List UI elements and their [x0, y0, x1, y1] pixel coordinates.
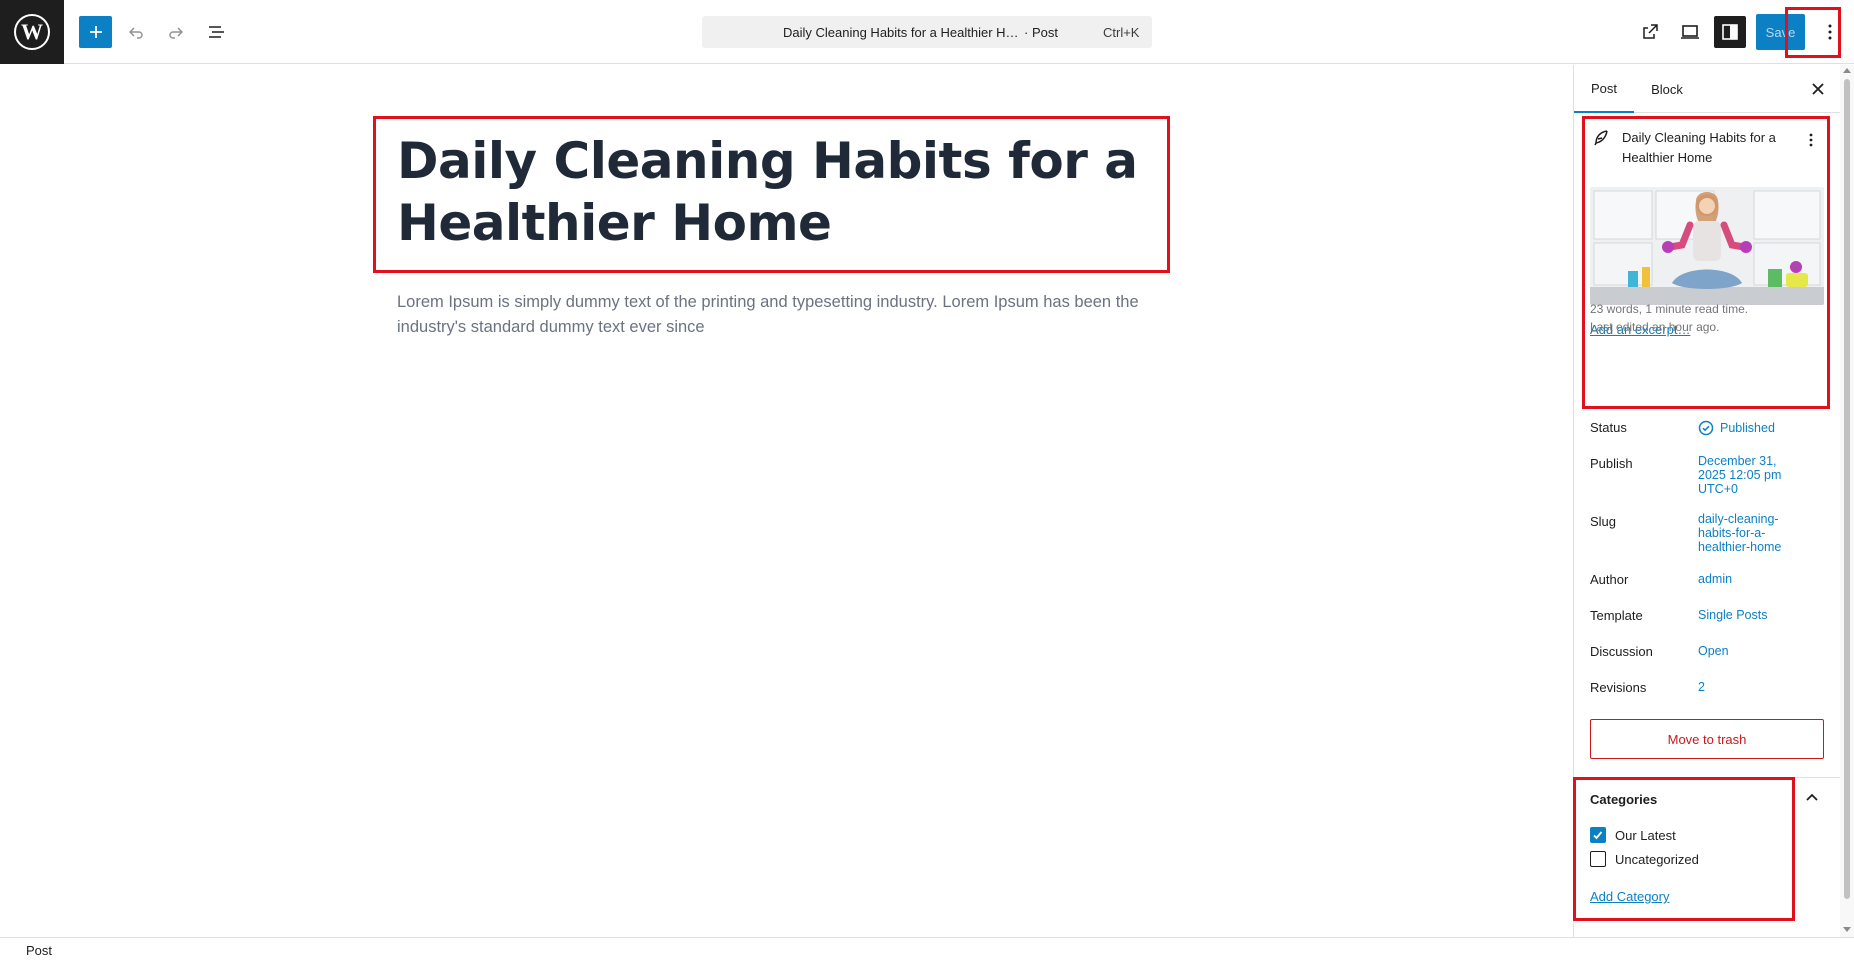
options-menu-button[interactable] [1814, 16, 1846, 48]
discussion-value[interactable]: Open [1698, 644, 1729, 658]
author-value[interactable]: admin [1698, 572, 1732, 586]
scroll-thumb[interactable] [1844, 79, 1850, 899]
post-summary-title: Daily Cleaning Habits for a Healthier Ho… [1622, 130, 1776, 165]
tab-block[interactable]: Block [1636, 65, 1698, 113]
svg-text:W: W [21, 19, 43, 44]
word-count: 23 words, 1 minute read time. [1590, 302, 1749, 316]
command-shortcut: Ctrl+K [1103, 25, 1140, 40]
last-edited: Last edited an hour ago. [1590, 320, 1720, 334]
category-label: Uncategorized [1615, 851, 1699, 867]
post-title[interactable]: Daily Cleaning Habits for a Healthier Ho… [397, 130, 1157, 254]
category-label: Our Latest [1615, 827, 1676, 843]
desktop-icon [1681, 25, 1699, 39]
publish-label: Publish [1590, 456, 1633, 471]
publish-date-value[interactable]: December 31, 2025 12:05 pm UTC+0 [1698, 454, 1798, 496]
sidebar-scrollbar[interactable] [1840, 65, 1854, 937]
check-icon [1593, 831, 1603, 840]
paragraph-block[interactable]: Lorem Ipsum is simply dummy text of the … [397, 290, 1177, 340]
redo-button[interactable] [160, 16, 192, 48]
tab-post[interactable]: Post [1574, 65, 1634, 113]
preview-button[interactable] [1674, 16, 1706, 48]
category-item-our-latest[interactable]: Our Latest [1590, 826, 1676, 844]
block-inserter-button[interactable] [79, 16, 112, 48]
redo-icon [169, 27, 184, 39]
template-value[interactable]: Single Posts [1698, 608, 1767, 622]
editor-header: W Daily Cleaning Habits for a Healthier … [0, 0, 1854, 64]
close-icon [1812, 83, 1824, 95]
chevron-up-icon [1806, 793, 1818, 801]
category-checkbox[interactable] [1590, 851, 1606, 867]
post-feather-icon [1592, 129, 1610, 147]
editor-footer: Post [0, 937, 1854, 961]
save-button[interactable]: Save [1756, 14, 1805, 50]
more-vertical-icon [1828, 24, 1832, 40]
command-palette-bar[interactable]: Daily Cleaning Habits for a Healthier H…… [702, 16, 1152, 48]
status-value-text: Published [1720, 421, 1775, 435]
block-breadcrumb[interactable]: Post [26, 943, 52, 958]
category-checkbox[interactable] [1590, 827, 1606, 843]
revisions-label: Revisions [1590, 680, 1647, 695]
undo-icon [128, 27, 143, 39]
plus-icon [89, 26, 102, 38]
wordpress-logo-icon[interactable]: W [0, 0, 64, 64]
status-value[interactable]: Published [1698, 420, 1775, 436]
categories-heading[interactable]: Categories [1590, 792, 1657, 807]
undo-button[interactable] [120, 16, 152, 48]
published-check-icon [1698, 420, 1714, 436]
document-overview-button[interactable] [200, 16, 232, 48]
settings-sidebar-toggle[interactable] [1714, 16, 1746, 48]
category-item-uncategorized[interactable]: Uncategorized [1590, 850, 1699, 868]
command-post-type: · Post [1024, 25, 1058, 40]
author-label: Author [1590, 572, 1629, 587]
panel-divider [1574, 777, 1840, 778]
featured-image[interactable] [1590, 187, 1824, 305]
scroll-up-arrow-icon[interactable] [1843, 68, 1851, 73]
scroll-down-arrow-icon[interactable] [1843, 927, 1851, 932]
slug-label: Slug [1590, 514, 1617, 529]
command-post-title: Daily Cleaning Habits for a Healthier H… [783, 25, 1019, 40]
post-actions-button[interactable] [1799, 128, 1823, 152]
add-category-link[interactable]: Add Category [1590, 889, 1670, 904]
status-label: Status [1590, 420, 1627, 435]
view-post-button[interactable] [1634, 16, 1666, 48]
close-sidebar-button[interactable] [1802, 73, 1834, 105]
sidebar-icon [1722, 24, 1738, 40]
list-view-icon [209, 26, 224, 38]
sidebar-tabs: Post Block [1574, 65, 1840, 113]
more-vertical-icon [1809, 133, 1813, 147]
slug-value[interactable]: daily-cleaning-habits-for-a-healthier-ho… [1698, 512, 1802, 554]
move-to-trash-button[interactable]: Move to trash [1590, 719, 1824, 759]
discussion-label: Discussion [1590, 644, 1653, 659]
template-label: Template [1590, 608, 1643, 623]
external-link-icon [1643, 24, 1658, 39]
revisions-value[interactable]: 2 [1698, 680, 1705, 694]
categories-collapse-button[interactable] [1800, 786, 1824, 810]
